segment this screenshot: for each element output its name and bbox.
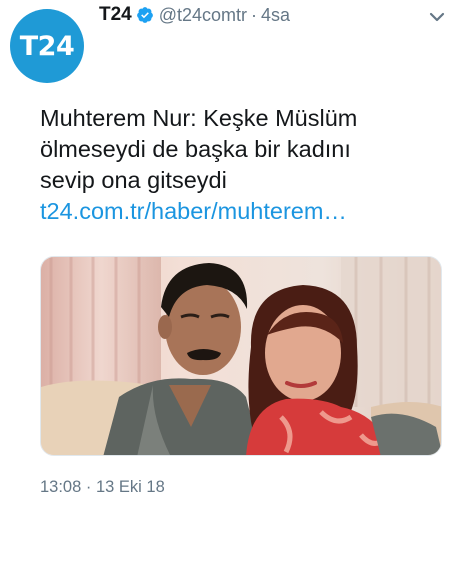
tweet-header: T24 @t24comtr · 4sa bbox=[99, 2, 290, 28]
avatar[interactable]: T24 bbox=[10, 9, 84, 83]
verified-badge-icon bbox=[136, 7, 153, 23]
header-separator: · bbox=[251, 4, 258, 25]
photo-image bbox=[41, 257, 441, 455]
avatar-logo-text: T24 bbox=[19, 30, 75, 62]
display-name[interactable]: T24 bbox=[99, 4, 132, 26]
relative-time[interactable]: 4sa bbox=[261, 5, 290, 26]
chevron-down-icon[interactable] bbox=[428, 10, 446, 24]
tweet-text-line: sevip ona gitseydi bbox=[40, 167, 227, 193]
tweet-text-line: ölmeseydi de başka bir kadını bbox=[40, 136, 351, 162]
tweet-link[interactable]: t24.com.tr/haber/muhterem… bbox=[40, 196, 450, 227]
tweet-timestamp[interactable]: 13:08 · 13 Eki 18 bbox=[40, 478, 165, 497]
tweet-text: Muhterem Nur: Keşke Müslüm ölmeseydi de … bbox=[40, 103, 450, 227]
tweet-text-line: Muhterem Nur: Keşke Müslüm bbox=[40, 105, 358, 131]
tweet-photo[interactable] bbox=[40, 256, 442, 456]
handle[interactable]: @t24comtr bbox=[159, 5, 247, 26]
